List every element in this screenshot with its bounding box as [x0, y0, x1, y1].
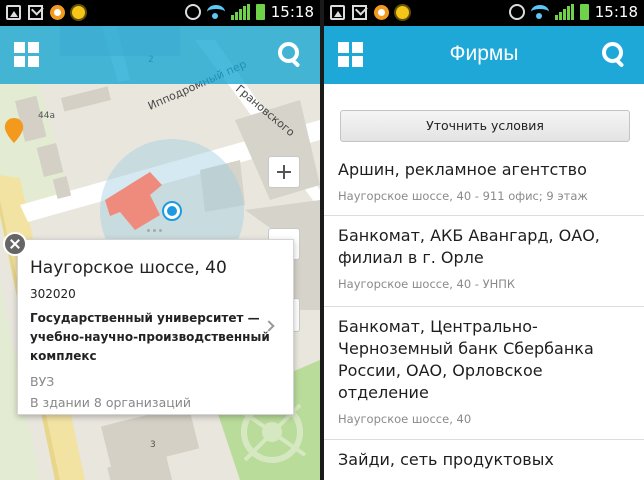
- list-item[interactable]: Аршин, рекламное агентство Наугорское шо…: [324, 150, 644, 216]
- refine-conditions-button[interactable]: Уточнить условия: [340, 110, 630, 142]
- status-bar: 15:18: [324, 0, 644, 26]
- house-number-label: 44a: [38, 111, 55, 121]
- list-item[interactable]: Зайди, сеть продуктовых: [324, 440, 644, 480]
- battery-icon: [255, 4, 265, 20]
- firm-address: Наугорское шоссе, 40 - 911 офис; 9 этаж: [338, 189, 588, 203]
- firm-name: Банкомат, Центрально-Черноземный банк Сб…: [338, 317, 594, 402]
- firms-screen: 15:18 Фирмы Уточнить условия Аршин, рекл…: [324, 0, 644, 480]
- firm-name: Зайди, сеть продуктовых: [338, 450, 554, 469]
- gallery-notification-icon: [330, 5, 345, 20]
- status-bar: 15:18: [0, 0, 320, 26]
- drag-handle-icon[interactable]: [147, 229, 162, 232]
- battery-icon: [579, 4, 589, 20]
- signal-icon: [554, 4, 574, 20]
- weather-notification-icon: [72, 6, 85, 19]
- grid-menu-icon[interactable]: [14, 42, 40, 68]
- popup-organization: Государственный университет — учебно-нау…: [30, 311, 270, 363]
- popup-org-count[interactable]: В здании 8 организаций: [30, 395, 281, 410]
- status-time: 15:18: [594, 3, 638, 21]
- firm-address: Наугорское шоссе, 40: [338, 412, 472, 426]
- alarm-icon: [184, 4, 201, 20]
- wifi-icon: [530, 5, 549, 19]
- popup-type: ВУЗ: [30, 374, 55, 389]
- firms-app-bar: Фирмы: [324, 26, 644, 84]
- search-icon[interactable]: [276, 40, 304, 68]
- wifi-icon: [206, 5, 225, 19]
- list-item[interactable]: Банкомат, АКБ Авангард, ОАО, филиал в г.…: [324, 216, 644, 307]
- address-popup[interactable]: Наугорское шоссе, 40 302020 Государствен…: [17, 239, 294, 415]
- map-app-bar: [0, 26, 320, 84]
- mail-notification-icon: [352, 5, 367, 20]
- page-title: Фирмы: [449, 42, 519, 65]
- zoom-in-button[interactable]: [268, 156, 300, 188]
- popup-address: Наугорское шоссе, 40: [30, 258, 227, 278]
- mail-notification-icon: [28, 5, 43, 20]
- search-icon[interactable]: [600, 40, 628, 68]
- app-notification-icon: [50, 5, 65, 20]
- app-notification-icon: [374, 5, 389, 20]
- firm-name: Банкомат, АКБ Авангард, ОАО, филиал в г.…: [338, 226, 600, 267]
- list-item[interactable]: Банкомат, Центрально-Черноземный банк Сб…: [324, 307, 644, 440]
- popup-postal-code: 302020: [30, 287, 76, 301]
- building-number-3: 3: [150, 440, 156, 450]
- close-icon[interactable]: [3, 232, 27, 256]
- signal-icon: [230, 4, 250, 20]
- firm-name: Аршин, рекламное агентство: [338, 160, 587, 179]
- weather-notification-icon: [396, 6, 409, 19]
- gallery-notification-icon: [6, 5, 21, 20]
- firm-address: Наугорское шоссе, 40 - УНПК: [338, 277, 516, 291]
- status-time: 15:18: [270, 3, 314, 21]
- firms-list: Аршин, рекламное агентство Наугорское шо…: [324, 150, 644, 480]
- alarm-icon: [508, 4, 525, 20]
- map-screen: 44a Ипподромный пер Грановского 3 2 15:1…: [0, 0, 320, 480]
